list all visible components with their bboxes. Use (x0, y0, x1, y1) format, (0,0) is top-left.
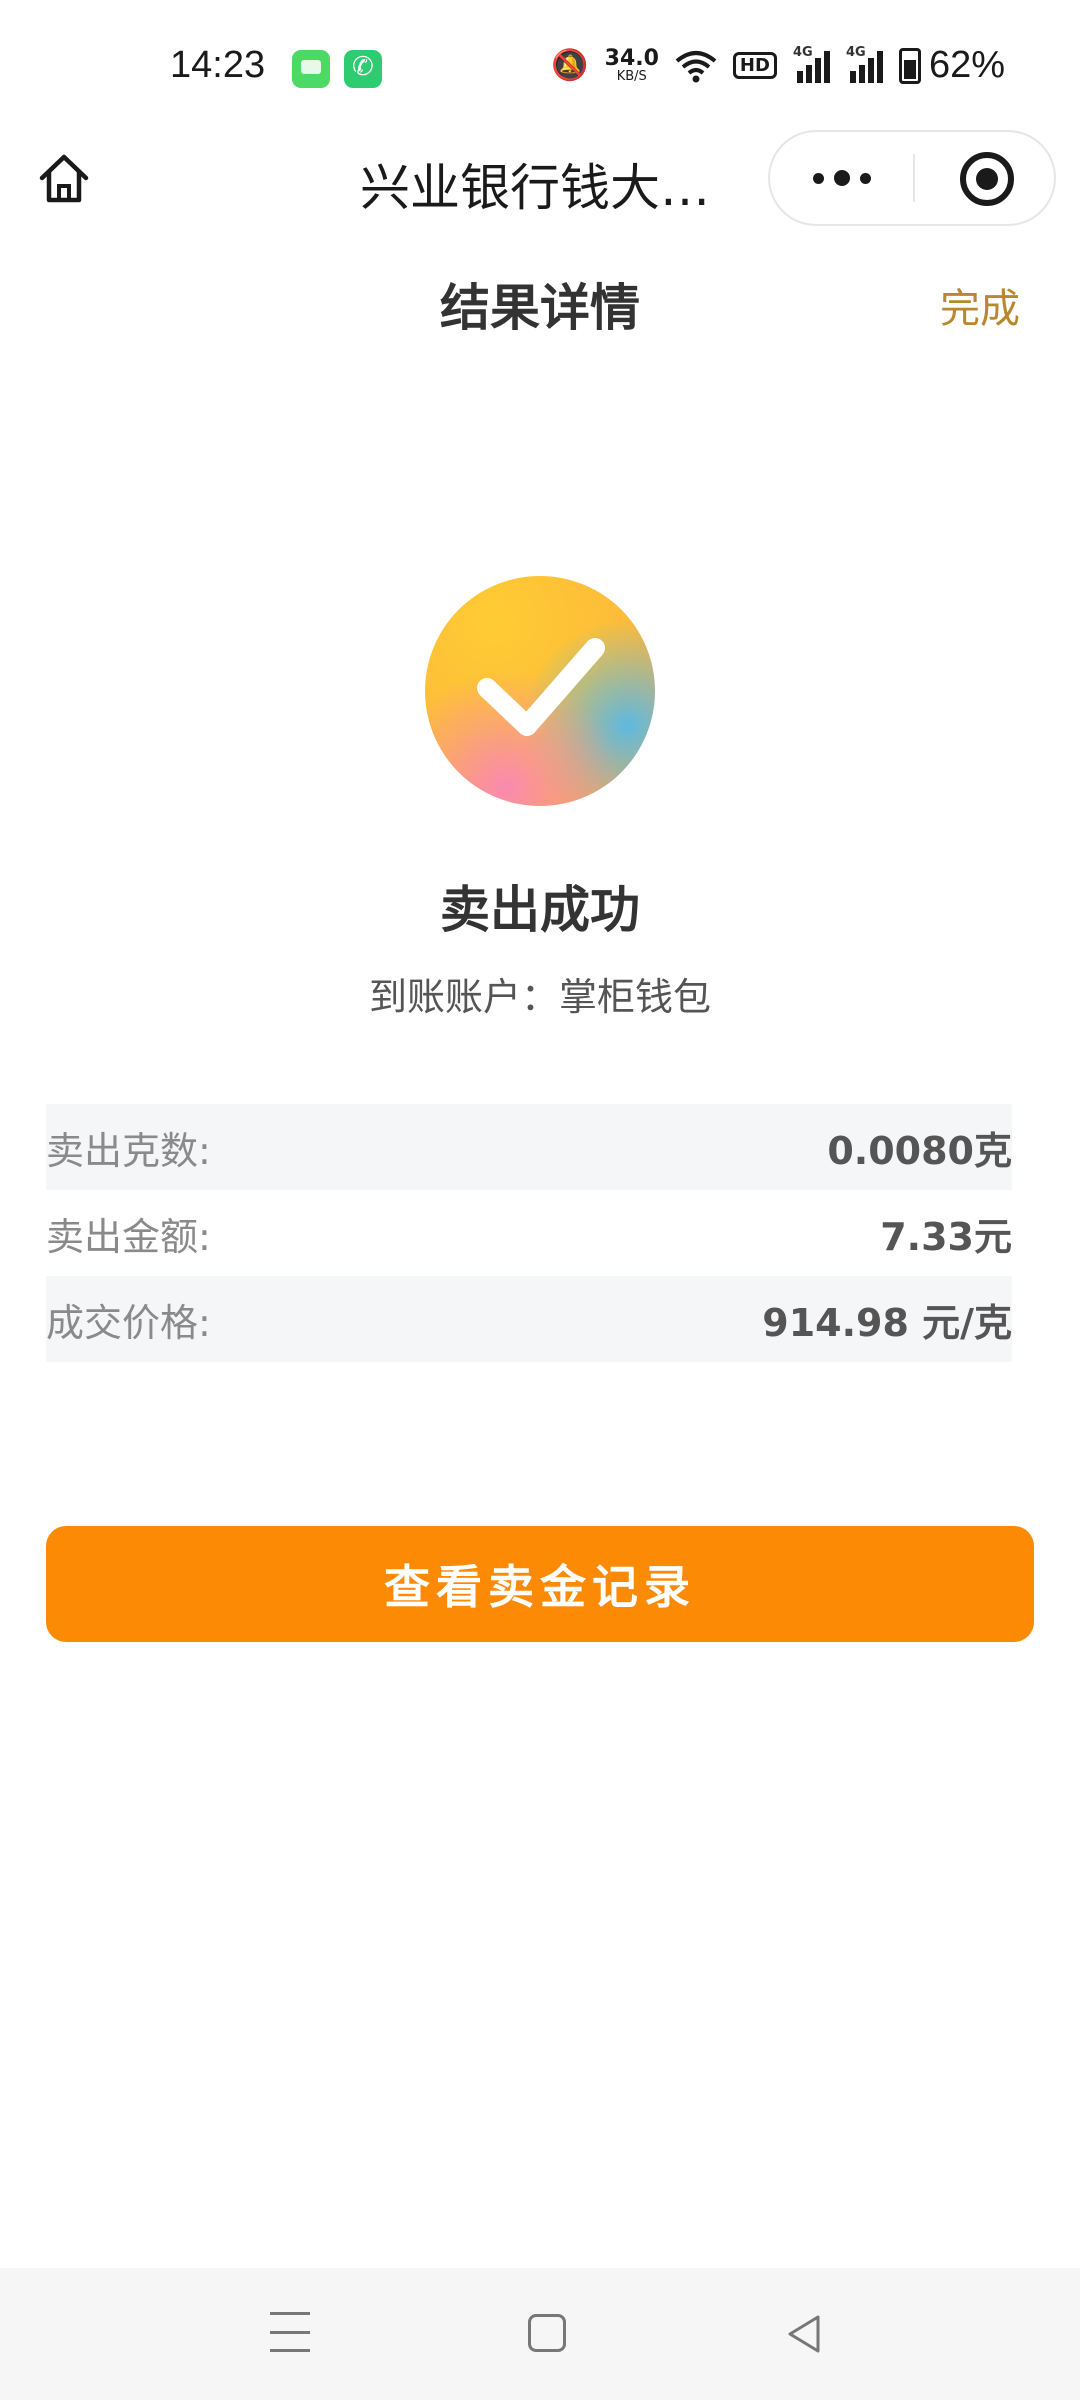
detail-value: 914.98 元/克 (762, 1300, 1012, 1345)
detail-label: 成交价格: (46, 1300, 211, 1345)
back-triangle-icon[interactable] (784, 2312, 824, 2356)
view-sell-records-button[interactable]: 查看卖金记录 (46, 1526, 1034, 1642)
navbar: 兴业银行钱大… (0, 130, 1080, 230)
network-speed: 34.0 KB/S (604, 46, 659, 84)
system-nav-bar (0, 2268, 1080, 2400)
capsule-divider (913, 154, 915, 202)
status-bar: 14:23 🔕 34.0 KB/S HD 4G 4G 62% (0, 0, 1080, 130)
status-icons: 🔕 34.0 KB/S HD 4G 4G 62% (551, 44, 1005, 87)
home-icon[interactable] (36, 150, 92, 206)
detail-value: 0.0080克 (827, 1128, 1012, 1173)
hd-icon: HD (732, 52, 777, 79)
done-button[interactable]: 完成 (940, 276, 1020, 334)
phone-app-icon (344, 50, 382, 88)
close-target-icon[interactable] (960, 152, 1014, 206)
account-line: 到账账户：掌柜钱包 (368, 975, 711, 1019)
signal-icon: 4G (846, 45, 883, 83)
capsule-menu (768, 130, 1056, 226)
more-dots-icon[interactable] (770, 132, 913, 224)
detail-row-price: 成交价格: 914.98 元/克 (46, 1276, 1012, 1362)
battery-percent: 62% (928, 44, 1005, 86)
signal-icon: 4G (793, 45, 830, 83)
wifi-icon (675, 50, 717, 82)
check-circle-icon (425, 576, 655, 806)
detail-list: 卖出克数: 0.0080克 卖出金额: 7.33元 成交价格: 914.98 元… (46, 1104, 1012, 1362)
messages-app-icon (292, 50, 330, 88)
detail-label: 卖出克数: (46, 1128, 211, 1173)
home-square-icon[interactable] (528, 2314, 566, 2352)
battery-charging-icon (898, 47, 921, 84)
navbar-title: 兴业银行钱大… (360, 159, 710, 217)
detail-row-grams: 卖出克数: 0.0080克 (46, 1104, 1012, 1190)
detail-value: 7.33元 (880, 1214, 1012, 1259)
page-title: 结果详情 (440, 279, 640, 337)
result-title: 卖出成功 (440, 881, 640, 939)
status-time: 14:23 (170, 44, 266, 86)
detail-row-amount: 卖出金额: 7.33元 (46, 1190, 1012, 1276)
detail-label: 卖出金额: (46, 1214, 211, 1259)
menu-icon[interactable] (270, 2312, 310, 2352)
battery-indicator: 62% (898, 44, 1005, 87)
mute-icon: 🔕 (551, 48, 589, 83)
